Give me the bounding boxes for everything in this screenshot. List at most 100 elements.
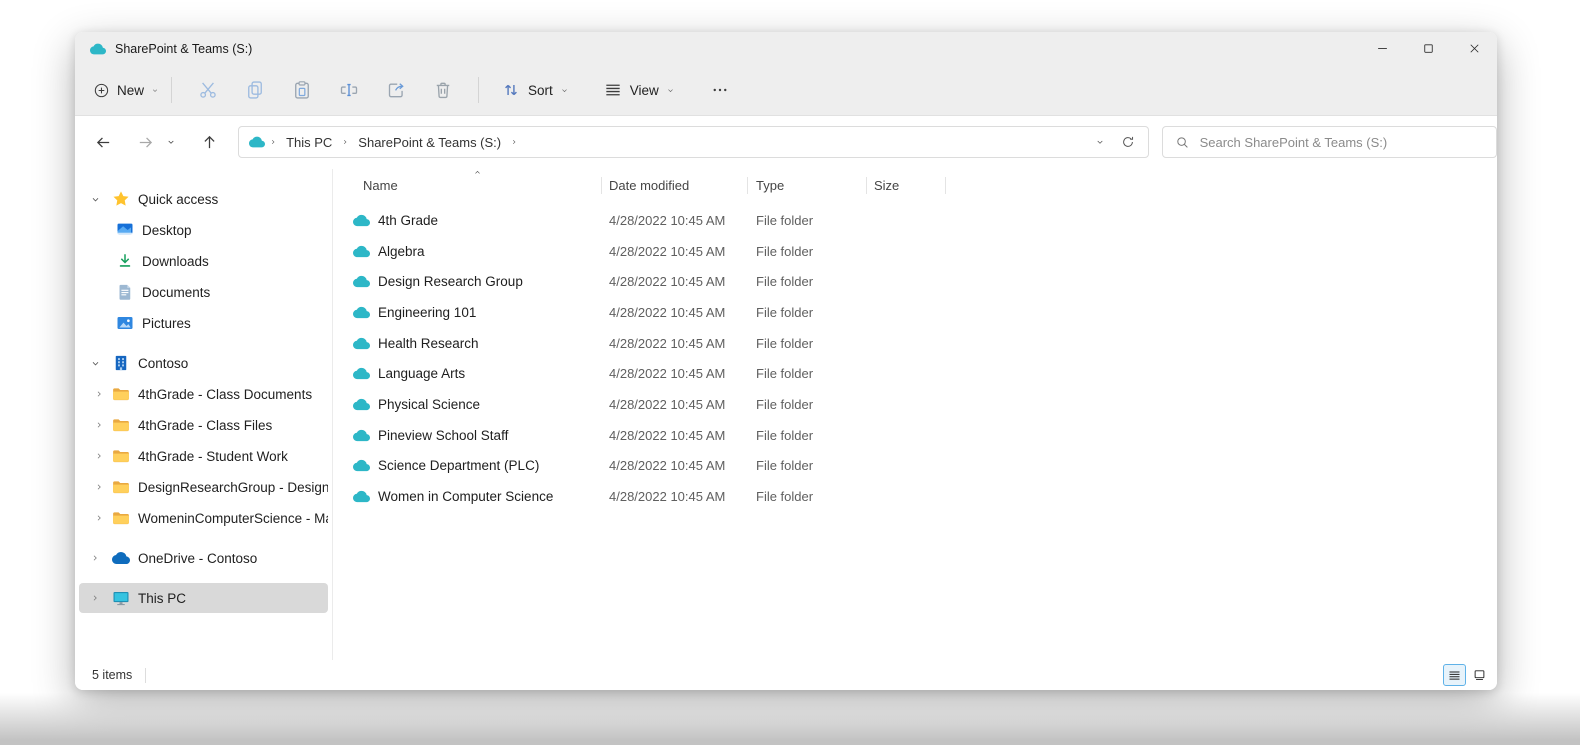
view-toggles — [1443, 664, 1491, 686]
cloud-drive-icon — [249, 134, 265, 150]
document-icon — [116, 283, 134, 301]
toolbar-separator — [171, 77, 172, 103]
this-pc-monitor-icon — [112, 589, 130, 607]
file-type: File folder — [756, 274, 814, 290]
file-row[interactable]: Science Department (PLC) 4/28/2022 10:45… — [334, 451, 1497, 482]
forward-button[interactable] — [131, 127, 161, 157]
file-date-modified: 4/28/2022 10:45 AM — [609, 489, 726, 505]
file-date-modified: 4/28/2022 10:45 AM — [609, 274, 726, 290]
desktop-icon — [116, 221, 134, 239]
refresh-icon — [1121, 135, 1135, 149]
file-name: 4th Grade — [378, 212, 439, 228]
sidebar-section-gap — [75, 339, 332, 347]
folder-icon — [112, 447, 130, 465]
column-header-date-modified[interactable]: Date modified — [609, 178, 689, 193]
up-button[interactable] — [194, 127, 224, 157]
sidebar-section-gap — [75, 534, 332, 542]
file-type: File folder — [756, 396, 814, 412]
arrow-left-icon — [95, 134, 112, 151]
file-row[interactable]: Health Research 4/28/2022 10:45 AM File … — [334, 328, 1497, 359]
back-button[interactable] — [89, 127, 119, 157]
cloud-folder-icon — [353, 488, 370, 505]
sidebar-item-label: Pictures — [142, 315, 191, 331]
refresh-button[interactable] — [1114, 129, 1142, 155]
chevron-down-icon — [1095, 137, 1105, 147]
file-row[interactable]: Language Arts 4/28/2022 10:45 AM File fo… — [334, 358, 1497, 389]
large-icons-view-toggle[interactable] — [1468, 664, 1491, 686]
file-type: File folder — [756, 243, 814, 259]
breadcrumb-chevron-icon — [337, 138, 353, 146]
breadcrumb-this-pc[interactable]: This PC — [281, 132, 337, 153]
column-header-type[interactable]: Type — [756, 178, 784, 193]
title-bar[interactable]: SharePoint & Teams (S:) — [75, 32, 1497, 65]
share-button[interactable] — [372, 73, 419, 107]
view-button[interactable]: View — [593, 73, 685, 107]
close-button[interactable] — [1451, 32, 1497, 65]
folder-icon — [112, 478, 130, 496]
file-date-modified: 4/28/2022 10:45 AM — [609, 243, 726, 259]
delete-button[interactable] — [419, 73, 466, 107]
copy-button[interactable] — [231, 73, 278, 107]
cloud-folder-icon — [353, 335, 370, 352]
breadcrumb-current-drive[interactable]: SharePoint & Teams (S:) — [353, 132, 506, 153]
file-type: File folder — [756, 335, 814, 351]
sidebar-item-designresearchgroup[interactable]: DesignResearchGroup - Design Resea — [79, 472, 328, 502]
sidebar-item-quick-access[interactable]: Quick access — [79, 184, 328, 214]
paste-button[interactable] — [278, 73, 325, 107]
sidebar-item-onedrive[interactable]: OneDrive - Contoso — [79, 543, 328, 573]
file-row[interactable]: Design Research Group 4/28/2022 10:45 AM… — [334, 266, 1497, 297]
chevron-down-icon — [166, 137, 176, 147]
file-name: Health Research — [378, 335, 479, 351]
details-view-toggle[interactable] — [1443, 664, 1466, 686]
sidebar-item-contoso[interactable]: Contoso — [79, 348, 328, 378]
plus-circle-icon — [93, 81, 110, 100]
recent-locations-button[interactable] — [161, 127, 183, 157]
address-bar[interactable]: This PC SharePoint & Teams (S:) — [238, 126, 1149, 158]
column-divider — [601, 177, 602, 194]
file-row[interactable]: 4th Grade 4/28/2022 10:45 AM File folder — [334, 205, 1497, 236]
file-name: Engineering 101 — [378, 304, 477, 320]
large-icons-view-icon — [1472, 668, 1487, 683]
maximize-button[interactable] — [1405, 32, 1451, 65]
sidebar-item-4thgrade-student-work[interactable]: 4thGrade - Student Work — [79, 441, 328, 471]
sidebar-item-4thgrade-class-documents[interactable]: 4thGrade - Class Documents — [79, 379, 328, 409]
file-row[interactable]: Physical Science 4/28/2022 10:45 AM File… — [334, 389, 1497, 420]
column-header-size[interactable]: Size — [874, 178, 899, 193]
file-row[interactable]: Engineering 101 4/28/2022 10:45 AM File … — [334, 297, 1497, 328]
file-type: File folder — [756, 458, 814, 474]
search-box[interactable] — [1161, 126, 1497, 158]
new-button[interactable]: New — [93, 73, 159, 107]
sidebar-item-desktop[interactable]: Desktop — [79, 215, 328, 245]
sidebar-item-4thgrade-class-files[interactable]: 4thGrade - Class Files — [79, 410, 328, 440]
minimize-icon — [1375, 41, 1390, 56]
column-header-name[interactable]: Name — [363, 178, 398, 193]
chevron-down-icon — [90, 358, 102, 369]
see-more-button[interactable] — [701, 73, 739, 107]
rename-button[interactable] — [325, 73, 372, 107]
folder-icon — [112, 385, 130, 403]
folder-icon — [112, 509, 130, 527]
command-bar: New Sort View — [75, 65, 1497, 115]
breadcrumb-chevron-icon — [265, 138, 281, 146]
column-divider — [945, 177, 946, 194]
cut-button[interactable] — [184, 73, 231, 107]
column-headers: Name Date modified Type Size — [334, 169, 1497, 202]
file-row[interactable]: Women in Computer Science 4/28/2022 10:4… — [334, 481, 1497, 512]
chevron-right-icon — [94, 389, 106, 399]
sort-button[interactable]: Sort — [491, 73, 579, 107]
sidebar-item-womenincomputerscience[interactable]: WomeninComputerScience - Manage — [79, 503, 328, 533]
address-dropdown-button[interactable] — [1086, 129, 1114, 155]
window-title: SharePoint & Teams (S:) — [115, 41, 253, 56]
file-row[interactable]: Pineview School Staff 4/28/2022 10:45 AM… — [334, 420, 1497, 451]
search-input[interactable] — [1199, 134, 1486, 150]
sidebar-item-pictures[interactable]: Pictures — [79, 308, 328, 338]
breadcrumb-chevron-icon — [506, 138, 522, 146]
chevron-right-icon — [94, 513, 106, 523]
sidebar-item-downloads[interactable]: Downloads — [79, 246, 328, 276]
sidebar-item-this-pc[interactable]: This PC — [79, 583, 328, 613]
sidebar-item-label: 4thGrade - Student Work — [138, 448, 288, 464]
window-chrome: SharePoint & Teams (S:) New Sort View — [75, 32, 1497, 116]
sidebar-item-documents[interactable]: Documents — [79, 277, 328, 307]
file-row[interactable]: Algebra 4/28/2022 10:45 AM File folder — [334, 236, 1497, 267]
minimize-button[interactable] — [1359, 32, 1405, 65]
